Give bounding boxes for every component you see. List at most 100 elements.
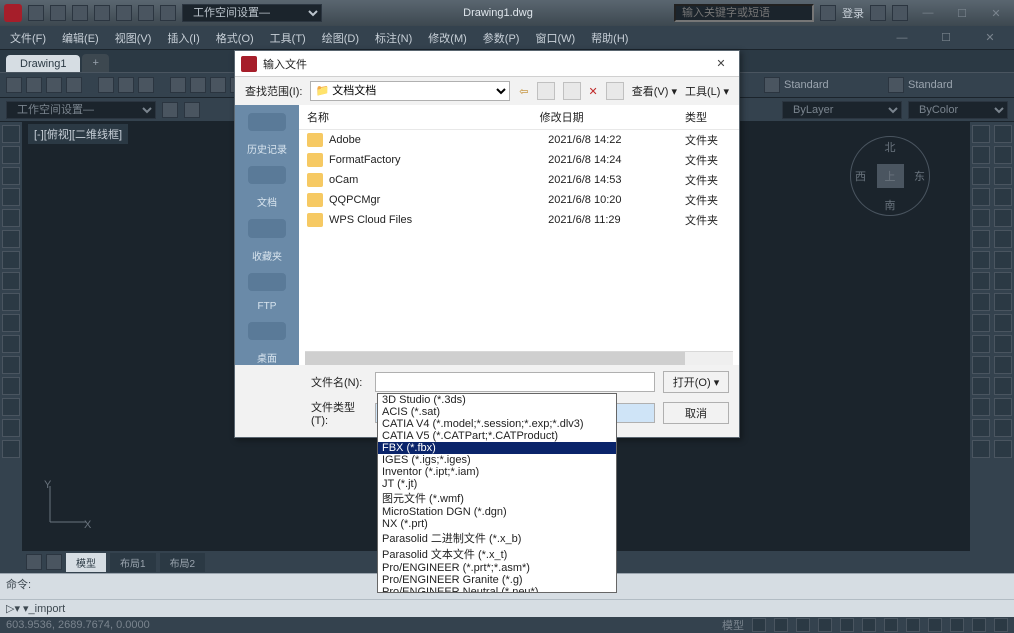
tb-copy[interactable] xyxy=(118,77,134,93)
join-tool[interactable] xyxy=(972,419,990,437)
filetype-option[interactable]: NX (*.prt) xyxy=(378,518,616,530)
table-tool[interactable] xyxy=(2,356,20,374)
filetype-option[interactable]: CATIA V4 (*.model;*.session;*.exp;*.dlv3… xyxy=(378,418,616,430)
place-desktop-icon[interactable] xyxy=(248,322,286,340)
filetype-option[interactable]: Pro/ENGINEER Granite (*.g) xyxy=(378,574,616,586)
erase-tool[interactable] xyxy=(972,377,990,395)
dim-tol[interactable] xyxy=(994,293,1012,311)
redo-icon[interactable] xyxy=(160,5,176,21)
circle-tool[interactable] xyxy=(2,167,20,185)
filetype-option[interactable]: MicroStation DGN (*.dgn) xyxy=(378,506,616,518)
text-tool[interactable] xyxy=(2,314,20,332)
menu-help[interactable]: 帮助(H) xyxy=(591,30,628,46)
wipeout-tool[interactable] xyxy=(2,398,20,416)
tb-save[interactable] xyxy=(46,77,62,93)
anno-toggle[interactable] xyxy=(994,618,1008,632)
dimstyle-icon[interactable] xyxy=(888,77,904,93)
col-type[interactable]: 类型 xyxy=(685,109,731,125)
ellipse-tool[interactable] xyxy=(2,230,20,248)
list-item[interactable]: FormatFactory2021/6/8 14:24文件夹 xyxy=(299,150,739,170)
sc-toggle[interactable] xyxy=(950,618,964,632)
qp-toggle[interactable] xyxy=(928,618,942,632)
trim-tool[interactable] xyxy=(972,251,990,269)
text-style[interactable]: Standard xyxy=(784,79,884,91)
filetype-option[interactable]: Parasolid 二进制文件 (*.x_b) xyxy=(378,530,616,546)
array-tool[interactable] xyxy=(972,335,990,353)
file-list[interactable]: 名称 修改日期 类型 Adobe2021/6/8 14:22文件夹FormatF… xyxy=(299,105,739,365)
plot-icon[interactable] xyxy=(116,5,132,21)
search-nav-icon[interactable] xyxy=(563,82,581,100)
style-icon[interactable] xyxy=(764,77,780,93)
move-tool[interactable] xyxy=(972,125,990,143)
place-ftp-icon[interactable] xyxy=(248,273,286,291)
up-icon[interactable] xyxy=(537,82,555,100)
filetype-option[interactable]: JT (*.jt) xyxy=(378,478,616,490)
app-icon[interactable] xyxy=(4,4,22,22)
menu-draw[interactable]: 绘图(D) xyxy=(322,30,359,46)
dim-linear[interactable] xyxy=(994,125,1012,143)
scale-tool[interactable] xyxy=(972,209,990,227)
open-button[interactable]: 打开(O) ▾ xyxy=(663,371,729,393)
hatch-tool[interactable] xyxy=(2,272,20,290)
dialog-close[interactable]: ✕ xyxy=(709,57,733,70)
top-search[interactable] xyxy=(674,4,814,22)
lwt-toggle[interactable] xyxy=(884,618,898,632)
location-select[interactable]: 📁 文档文档 xyxy=(310,81,510,101)
dim-style[interactable] xyxy=(994,377,1012,395)
workspace-select[interactable]: 工作空间设置— xyxy=(182,4,322,22)
line-tool[interactable] xyxy=(2,125,20,143)
linetype-combo[interactable]: ByLayer xyxy=(782,101,902,119)
menu-edit[interactable]: 编辑(E) xyxy=(62,30,99,46)
dim-aligned[interactable] xyxy=(994,146,1012,164)
signin-icon[interactable] xyxy=(820,5,836,21)
menu-modify[interactable]: 修改(M) xyxy=(428,30,467,46)
login-label[interactable]: 登录 xyxy=(842,5,864,21)
saveas-icon[interactable] xyxy=(94,5,110,21)
max-button[interactable]: ☐ xyxy=(948,4,976,22)
undo-icon[interactable] xyxy=(138,5,154,21)
extend-tool[interactable] xyxy=(972,272,990,290)
filetype-option[interactable]: 3D Studio (*.3ds) xyxy=(378,394,616,406)
filetype-option[interactable]: CATIA V5 (*.CATPart;*.CATProduct) xyxy=(378,430,616,442)
dim-radius[interactable] xyxy=(994,188,1012,206)
dim-style[interactable]: Standard xyxy=(908,79,1008,91)
arc-tool[interactable] xyxy=(2,188,20,206)
stretch-tool[interactable] xyxy=(972,230,990,248)
block-tool[interactable] xyxy=(2,335,20,353)
dim-edit[interactable] xyxy=(994,335,1012,353)
back-icon[interactable]: ⇦ xyxy=(519,85,528,98)
menu-view[interactable]: 视图(V) xyxy=(115,30,152,46)
fillet-tool[interactable] xyxy=(972,293,990,311)
rect-tool[interactable] xyxy=(2,209,20,227)
explode-tool[interactable] xyxy=(972,398,990,416)
layer-combo[interactable]: 工作空间设置— xyxy=(6,101,156,119)
view-menu[interactable]: 查看(V) ▾ xyxy=(632,83,677,99)
tb-paste[interactable] xyxy=(138,77,154,93)
otrack-toggle[interactable] xyxy=(862,618,876,632)
doc-close[interactable]: ✕ xyxy=(976,29,1004,47)
mtext-tool[interactable] xyxy=(2,440,20,458)
list-item[interactable]: Adobe2021/6/8 14:22文件夹 xyxy=(299,130,739,150)
filetype-dropdown[interactable]: 3D Studio (*.3ds)ACIS (*.sat)CATIA V4 (*… xyxy=(377,393,617,593)
dyn-toggle[interactable] xyxy=(906,618,920,632)
menu-insert[interactable]: 插入(I) xyxy=(167,30,199,46)
dim-leader[interactable] xyxy=(994,272,1012,290)
break-tool[interactable] xyxy=(972,440,990,458)
layer-state-icon[interactable] xyxy=(184,102,200,118)
doc-tab-drawing1[interactable]: Drawing1 xyxy=(6,55,80,72)
polyline-tool[interactable] xyxy=(2,146,20,164)
snap-toggle[interactable] xyxy=(774,618,788,632)
menu-param[interactable]: 参数(P) xyxy=(483,30,520,46)
list-item[interactable]: QQPCMgr2021/6/8 10:20文件夹 xyxy=(299,190,739,210)
offset-tool[interactable] xyxy=(972,356,990,374)
chamfer-tool[interactable] xyxy=(972,314,990,332)
doc-min[interactable]: — xyxy=(888,29,916,47)
filetype-option[interactable]: Pro/ENGINEER Neutral (*.neu*) xyxy=(378,586,616,593)
tb-block[interactable] xyxy=(190,77,206,93)
filetype-option[interactable]: Pro/ENGINEER (*.prt*;*.asm*) xyxy=(378,562,616,574)
dim-arc[interactable] xyxy=(994,230,1012,248)
place-fav-icon[interactable] xyxy=(248,219,286,237)
tb-pan[interactable] xyxy=(210,77,226,93)
point-tool[interactable] xyxy=(2,293,20,311)
layers-icon[interactable] xyxy=(162,102,178,118)
